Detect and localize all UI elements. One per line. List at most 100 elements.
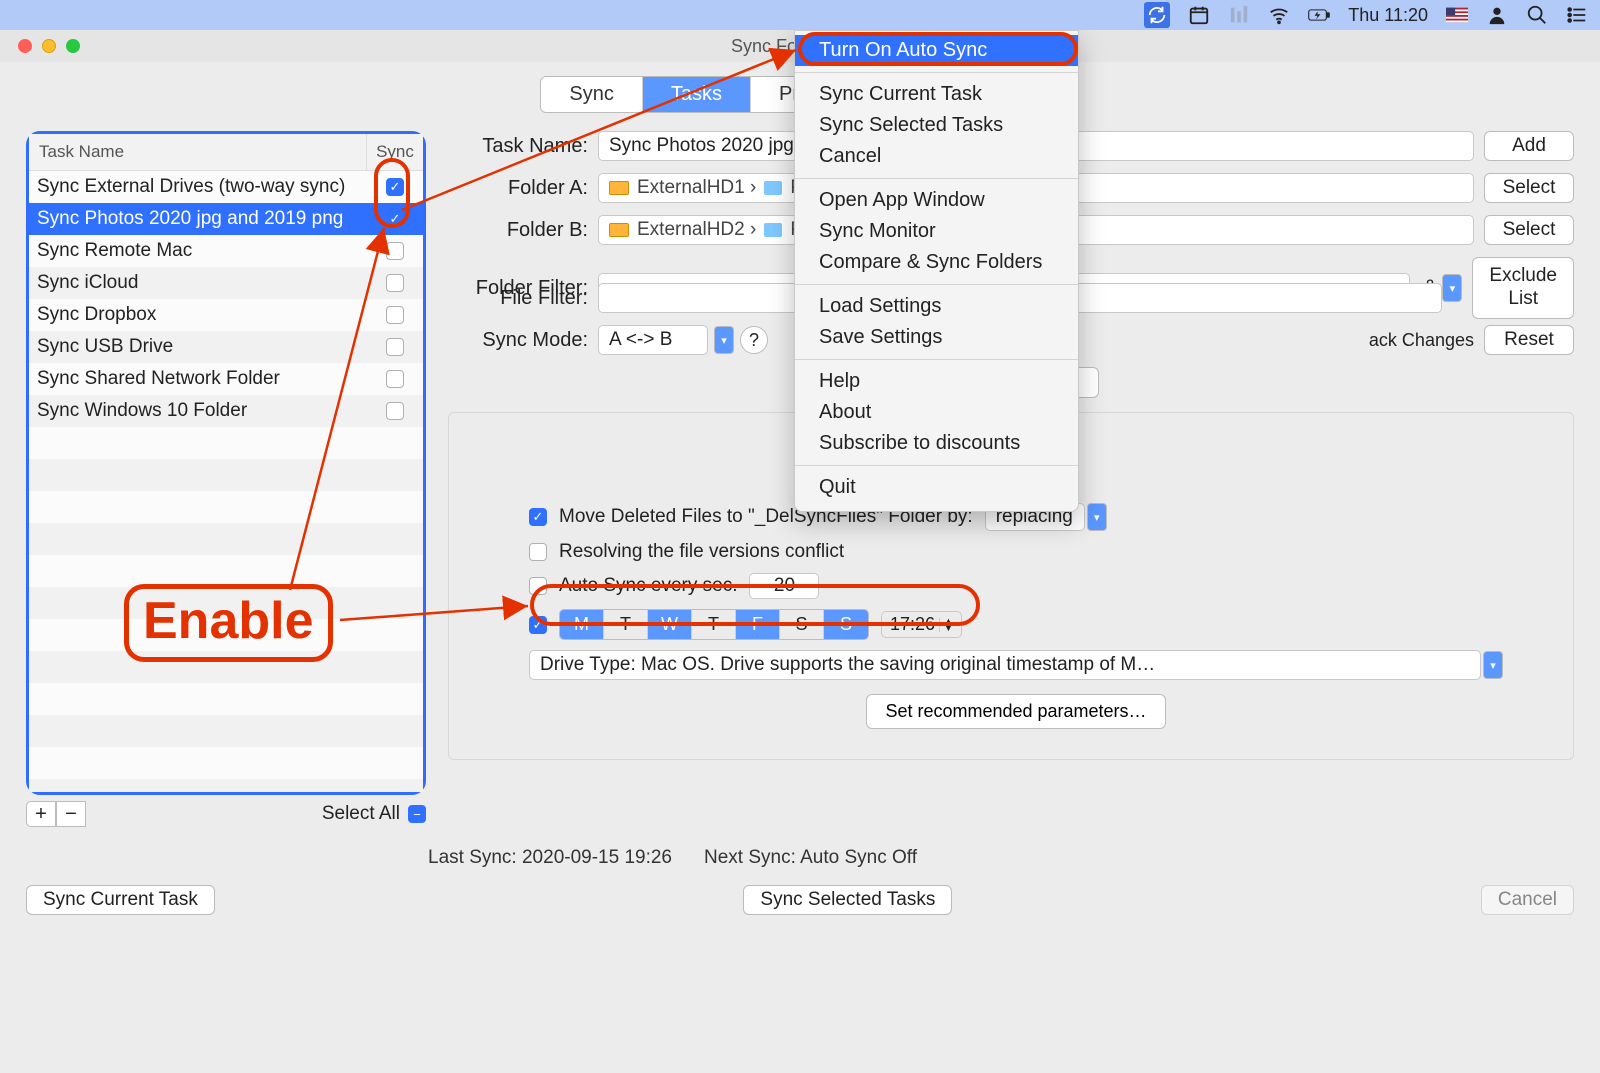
sync-mode-select[interactable]: A <-> B [598,325,708,355]
menu-help[interactable]: Help [795,366,1078,397]
menubar-clock[interactable]: Thu 11:20 [1348,5,1428,26]
sync-status: Last Sync: 2020-09-15 19:26 Next Sync: A… [0,845,1600,869]
label-sync-mode: Sync Mode: [448,329,588,352]
sync-menu-icon[interactable] [1144,2,1170,28]
sync-selected-tasks-button[interactable]: Sync Selected Tasks [743,885,952,915]
day-toggle[interactable]: T [604,610,648,639]
minimize-window-icon[interactable] [42,39,56,53]
battery-charging-icon[interactable] [1308,4,1330,26]
menu-turn-on-auto-sync[interactable]: Turn On Auto Sync [795,35,1078,66]
task-sync-checkbox[interactable] [386,338,404,356]
task-name-cell: Sync USB Drive [37,336,375,358]
schedule-checkbox[interactable]: ✓ [529,616,547,634]
filter-toggle[interactable]: ▾ [1442,274,1462,302]
menu-subscribe[interactable]: Subscribe to discounts [795,428,1078,459]
zoom-window-icon[interactable] [66,39,80,53]
label-folder-a: Folder A: [448,177,588,200]
menu-load-settings[interactable]: Load Settings [795,291,1078,322]
remove-task-button[interactable]: − [56,801,86,827]
search-icon[interactable] [1526,4,1548,26]
hd-icon [609,181,629,195]
auto-sync-every-checkbox[interactable] [529,577,547,595]
track-changes-label: ack Changes [1369,330,1474,351]
menu-compare-sync[interactable]: Compare & Sync Folders [795,247,1078,278]
task-name-cell: Sync Shared Network Folder [37,368,375,390]
day-toggle[interactable]: M [560,610,604,639]
sync-mode-stepper[interactable]: ▾ [714,326,734,354]
menu-about[interactable]: About [795,397,1078,428]
day-toggle[interactable]: F [736,610,780,639]
day-toggle[interactable]: S [780,610,824,639]
user-icon[interactable] [1486,4,1508,26]
menu-sync-current-task[interactable]: Sync Current Task [795,79,1078,110]
flag-icon[interactable] [1446,4,1468,26]
task-row[interactable]: Sync USB Drive [29,331,423,363]
last-sync: Last Sync: 2020-09-15 19:26 [428,847,672,869]
task-table: Task Name Sync Sync External Drives (two… [26,131,426,795]
label-task-name: Task Name: [448,135,588,158]
menu-sync-monitor[interactable]: Sync Monitor [795,216,1078,247]
auto-sync-every-label: Auto Sync every sec. [559,575,737,597]
day-toggle[interactable]: T [692,610,736,639]
time-stepper[interactable]: ▲▼ [939,618,953,632]
move-deleted-checkbox[interactable]: ✓ [529,508,547,526]
wifi-icon[interactable] [1268,4,1290,26]
select-folder-b-button[interactable]: Select [1484,215,1574,245]
calendar-icon[interactable] [1188,4,1210,26]
task-sync-checkbox[interactable] [386,274,404,292]
select-all-checkbox[interactable]: − [408,805,426,823]
day-toggle[interactable]: W [648,610,692,639]
task-row[interactable]: Sync Remote Mac [29,235,423,267]
menu-quit[interactable]: Quit [795,472,1078,503]
select-all-label: Select All [322,803,400,825]
hd-icon [609,223,629,237]
menu-save-settings[interactable]: Save Settings [795,322,1078,353]
day-toggle[interactable]: S [824,610,868,639]
tab-sync[interactable]: Sync [541,77,642,112]
select-folder-a-button[interactable]: Select [1484,173,1574,203]
close-window-icon[interactable] [18,39,32,53]
menu-sync-selected-tasks[interactable]: Sync Selected Tasks [795,110,1078,141]
task-sync-checkbox[interactable] [386,370,404,388]
drive-type-select[interactable]: Drive Type: Mac OS. Drive supports the s… [529,650,1481,680]
cancel-button[interactable]: Cancel [1481,885,1574,915]
task-sync-checkbox[interactable]: ✓ [386,210,404,228]
task-name-cell: Sync Windows 10 Folder [37,400,375,422]
resolve-conflict-checkbox[interactable] [529,543,547,561]
task-row[interactable]: Sync External Drives (two-way sync)✓ [29,171,423,203]
controls-icon[interactable] [1228,4,1250,26]
menubar: Thu 11:20 [0,0,1600,30]
sync-mode-help[interactable]: ? [740,326,768,354]
add-task-button[interactable]: + [26,801,56,827]
task-sync-checkbox[interactable] [386,242,404,260]
next-sync: Next Sync: Auto Sync Off [704,847,917,869]
task-row[interactable]: Sync Windows 10 Folder [29,395,423,427]
list-icon[interactable] [1566,4,1588,26]
auto-sync-seconds[interactable]: 20 [749,573,819,599]
task-sync-checkbox[interactable] [386,402,404,420]
task-name-cell: Sync iCloud [37,272,375,294]
task-row[interactable]: Sync Dropbox [29,299,423,331]
reset-button[interactable]: Reset [1484,325,1574,355]
set-recommended-button[interactable]: Set recommended parameters… [866,694,1165,729]
day-selector[interactable]: MTWTFSS [559,609,869,640]
folder-icon [764,181,782,195]
task-sync-checkbox[interactable]: ✓ [386,178,404,196]
menu-cancel[interactable]: Cancel [795,141,1078,172]
add-button[interactable]: Add [1484,131,1574,161]
exclude-list-button[interactable]: Exclude List [1472,257,1574,319]
resolve-conflict-label: Resolving the file versions conflict [559,541,844,563]
task-row[interactable]: Sync Shared Network Folder [29,363,423,395]
task-name-cell: Sync Remote Mac [37,240,375,262]
tab-tasks[interactable]: Tasks [643,77,751,112]
sync-current-task-button[interactable]: Sync Current Task [26,885,215,915]
task-sync-checkbox[interactable] [386,306,404,324]
move-deleted-mode-stepper[interactable]: ▾ [1087,503,1107,531]
menu-open-app-window[interactable]: Open App Window [795,185,1078,216]
task-row[interactable]: Sync Photos 2020 jpg and 2019 png✓ [29,203,423,235]
drive-type-stepper[interactable]: ▾ [1483,651,1503,679]
col-task-name[interactable]: Task Name [29,134,367,170]
task-row[interactable]: Sync iCloud [29,267,423,299]
schedule-time[interactable]: 17:26 ▲▼ [881,611,962,638]
col-sync[interactable]: Sync [367,134,423,170]
